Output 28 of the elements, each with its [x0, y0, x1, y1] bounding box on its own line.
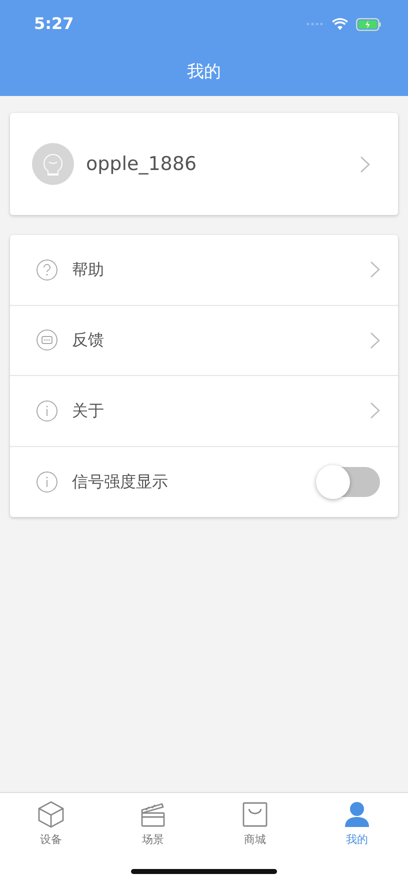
menu-item[interactable]: 关于 — [10, 376, 398, 446]
clapperboard-icon — [140, 801, 166, 828]
toggle-switch[interactable] — [318, 466, 380, 497]
status-time: 5:27 — [34, 13, 74, 35]
chevron-icon — [370, 402, 380, 420]
tab-item[interactable]: 设备 — [0, 793, 102, 869]
setting-label: 信号强度显示 — [72, 470, 168, 493]
person-icon — [344, 801, 370, 828]
help-icon — [36, 258, 58, 281]
chevron-icon — [360, 156, 370, 172]
message-icon — [36, 329, 58, 352]
tab-item[interactable]: 场景 — [102, 793, 204, 869]
chevron-icon — [370, 261, 380, 278]
shopping-bag-icon — [242, 801, 268, 828]
info-icon — [36, 470, 58, 493]
cube-icon — [38, 801, 64, 828]
info-icon — [36, 400, 58, 422]
chevron-icon — [370, 332, 380, 349]
signal-icon — [306, 22, 324, 26]
page-title: 我的 — [186, 61, 222, 84]
username: opple_1886 — [86, 152, 197, 177]
battery-icon — [356, 18, 382, 30]
profile-card[interactable]: opple_1886 — [10, 113, 398, 215]
avatar-icon — [32, 143, 74, 185]
menu-item[interactable]: 帮助 — [10, 235, 398, 306]
tab-item[interactable]: 商城 — [204, 793, 306, 869]
wifi-icon — [332, 18, 348, 30]
menu-item[interactable]: 反馈 — [10, 306, 398, 376]
